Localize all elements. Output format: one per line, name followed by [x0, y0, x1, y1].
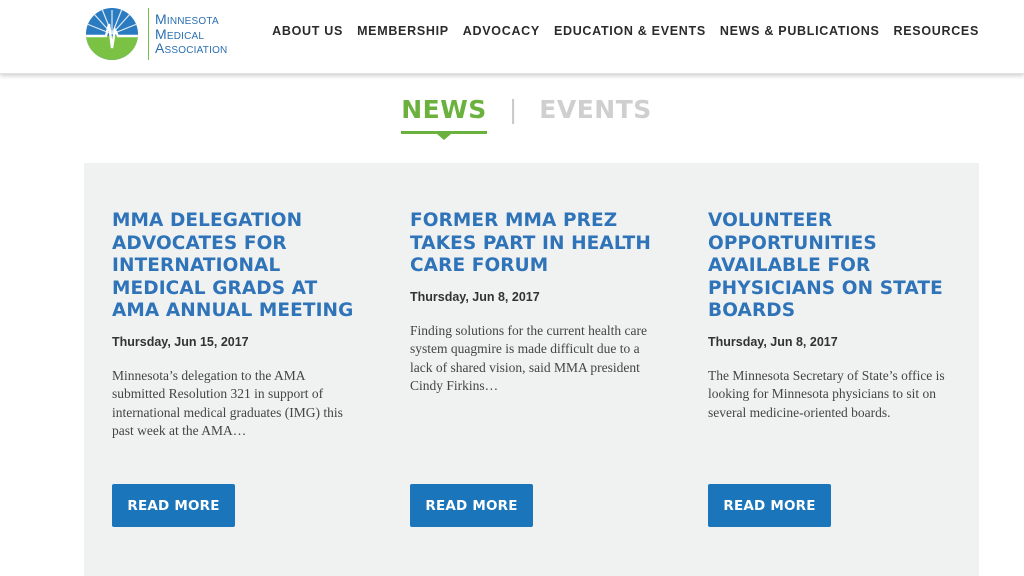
- nav-education-events[interactable]: EDUCATION & EVENTS: [554, 24, 706, 38]
- article-date: Thursday, Jun 8, 2017: [708, 334, 838, 349]
- article-card: MMA DELEGATION ADVOCATES FOR INTERNATION…: [112, 210, 358, 441]
- article-excerpt: Finding solutions for the current health…: [410, 322, 647, 394]
- article-card: VOLUNTEER OPPORTUNITIES AVAILABLE FOR PH…: [708, 210, 954, 422]
- logo-line-1: Minnesota: [155, 11, 219, 28]
- logo-line-2: Medical: [155, 25, 205, 42]
- tab-events-label: EVENTS: [539, 95, 652, 124]
- read-more-button[interactable]: READ MORE: [410, 484, 533, 527]
- news-panel: MMA DELEGATION ADVOCATES FOR INTERNATION…: [84, 163, 979, 576]
- article-title[interactable]: VOLUNTEER OPPORTUNITIES AVAILABLE FOR PH…: [708, 210, 954, 323]
- read-more-button[interactable]: READ MORE: [708, 484, 831, 527]
- article-title[interactable]: MMA DELEGATION ADVOCATES FOR INTERNATION…: [112, 210, 358, 323]
- site-logo[interactable]: Minnesota Medical Association: [84, 6, 227, 62]
- nav-resources[interactable]: RESOURCES: [894, 24, 979, 38]
- article-card: FORMER MMA PREZ TAKES PART IN HEALTH CAR…: [410, 210, 656, 396]
- tab-news[interactable]: NEWS: [401, 95, 487, 140]
- nav-news-publications[interactable]: NEWS & PUBLICATIONS: [720, 24, 880, 38]
- logo-line-3: Association: [155, 40, 228, 57]
- article-excerpt: The Minnesota Secretary of State’s offic…: [708, 367, 945, 420]
- news-events-tabs: NEWS | EVENTS: [0, 95, 1024, 140]
- active-tab-caret-icon: [437, 134, 452, 140]
- nav-advocacy[interactable]: ADVOCACY: [463, 24, 540, 38]
- tab-separator: |: [508, 95, 518, 124]
- tab-news-label: NEWS: [401, 95, 487, 124]
- logo-wordmark: Minnesota Medical Association: [155, 12, 227, 56]
- site-header: Minnesota Medical Association ABOUT US M…: [0, 0, 1024, 74]
- heartbeat-globe-icon: [86, 8, 138, 60]
- article-date: Thursday, Jun 8, 2017: [410, 289, 540, 304]
- logo-divider: [148, 8, 149, 60]
- main-nav: ABOUT US MEMBERSHIP ADVOCACY EDUCATION &…: [272, 24, 979, 38]
- article-date: Thursday, Jun 15, 2017: [112, 334, 249, 349]
- tab-events[interactable]: EVENTS: [539, 95, 652, 134]
- nav-about-us[interactable]: ABOUT US: [272, 24, 343, 38]
- article-excerpt: Minnesota’s delegation to the AMA submit…: [112, 367, 343, 439]
- article-title[interactable]: FORMER MMA PREZ TAKES PART IN HEALTH CAR…: [410, 210, 656, 278]
- read-more-button[interactable]: READ MORE: [112, 484, 235, 527]
- nav-membership[interactable]: MEMBERSHIP: [357, 24, 449, 38]
